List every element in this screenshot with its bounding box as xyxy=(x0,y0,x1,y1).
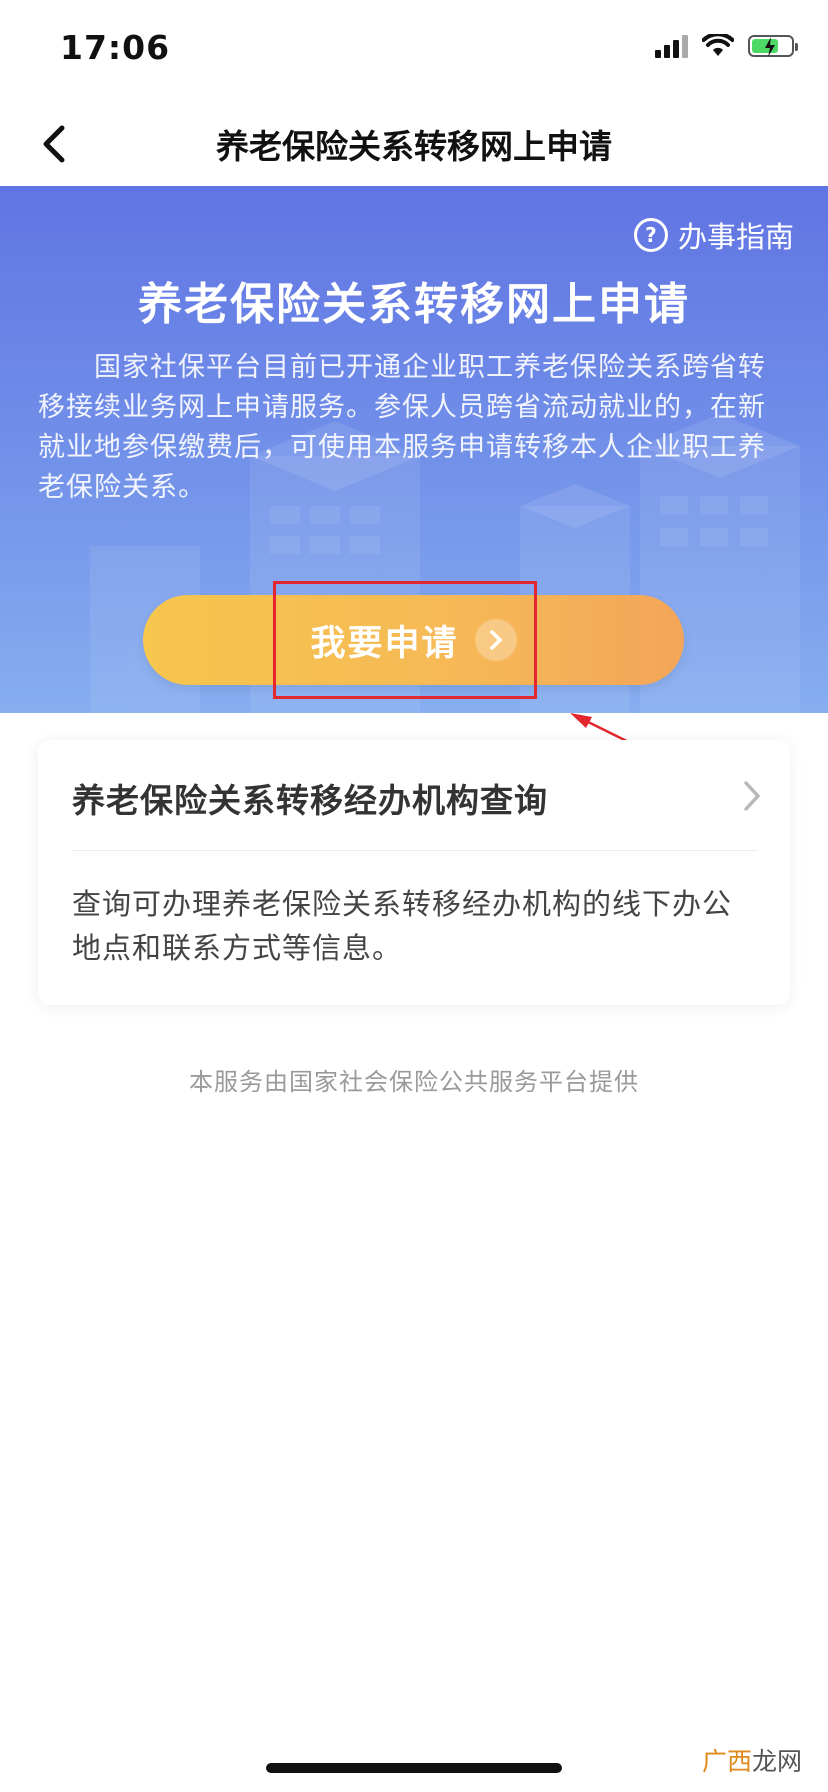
guide-link[interactable]: ? 办事指南 xyxy=(633,214,794,256)
wifi-icon xyxy=(702,34,734,56)
home-indicator[interactable] xyxy=(266,1763,562,1773)
status-icons xyxy=(655,34,798,58)
banner-title: 养老保险关系转移网上申请 xyxy=(138,279,690,330)
question-circle-icon: ? xyxy=(633,218,668,252)
watermark: 广西龙网 xyxy=(702,1742,802,1778)
annotation-highlight-box xyxy=(273,581,537,699)
cellular-signal-icon xyxy=(655,34,688,58)
watermark-part1: 广西 xyxy=(701,1747,752,1776)
card-title: 养老保险关系转移经办机构查询 xyxy=(72,781,548,820)
agency-query-card[interactable]: 养老保险关系转移经办机构查询 查询可办理养老保险关系转移经办机构的线下办公地点和… xyxy=(38,740,790,1005)
watermark-part2: 龙网 xyxy=(751,1747,802,1776)
banner-description: 国家社保平台目前已开通企业职工养老保险关系跨省转移接续业务网上申请服务。参保人员… xyxy=(38,352,766,503)
battery-icon xyxy=(748,35,798,57)
guide-label: 办事指南 xyxy=(677,220,794,254)
page-title: 养老保险关系转移网上申请 xyxy=(216,127,612,166)
card-description: 查询可办理养老保险关系转移经办机构的线下办公地点和联系方式等信息。 xyxy=(72,887,733,965)
card-divider xyxy=(72,850,758,851)
status-bar: 17:06 xyxy=(0,0,828,100)
status-time: 17:06 xyxy=(60,28,171,67)
footer-note: 本服务由国家社会保险公共服务平台提供 xyxy=(189,1068,639,1096)
nav-bar: 养老保险关系转移网上申请 xyxy=(0,100,828,186)
charging-bolt-icon xyxy=(765,37,775,57)
chevron-right-icon xyxy=(744,781,760,811)
